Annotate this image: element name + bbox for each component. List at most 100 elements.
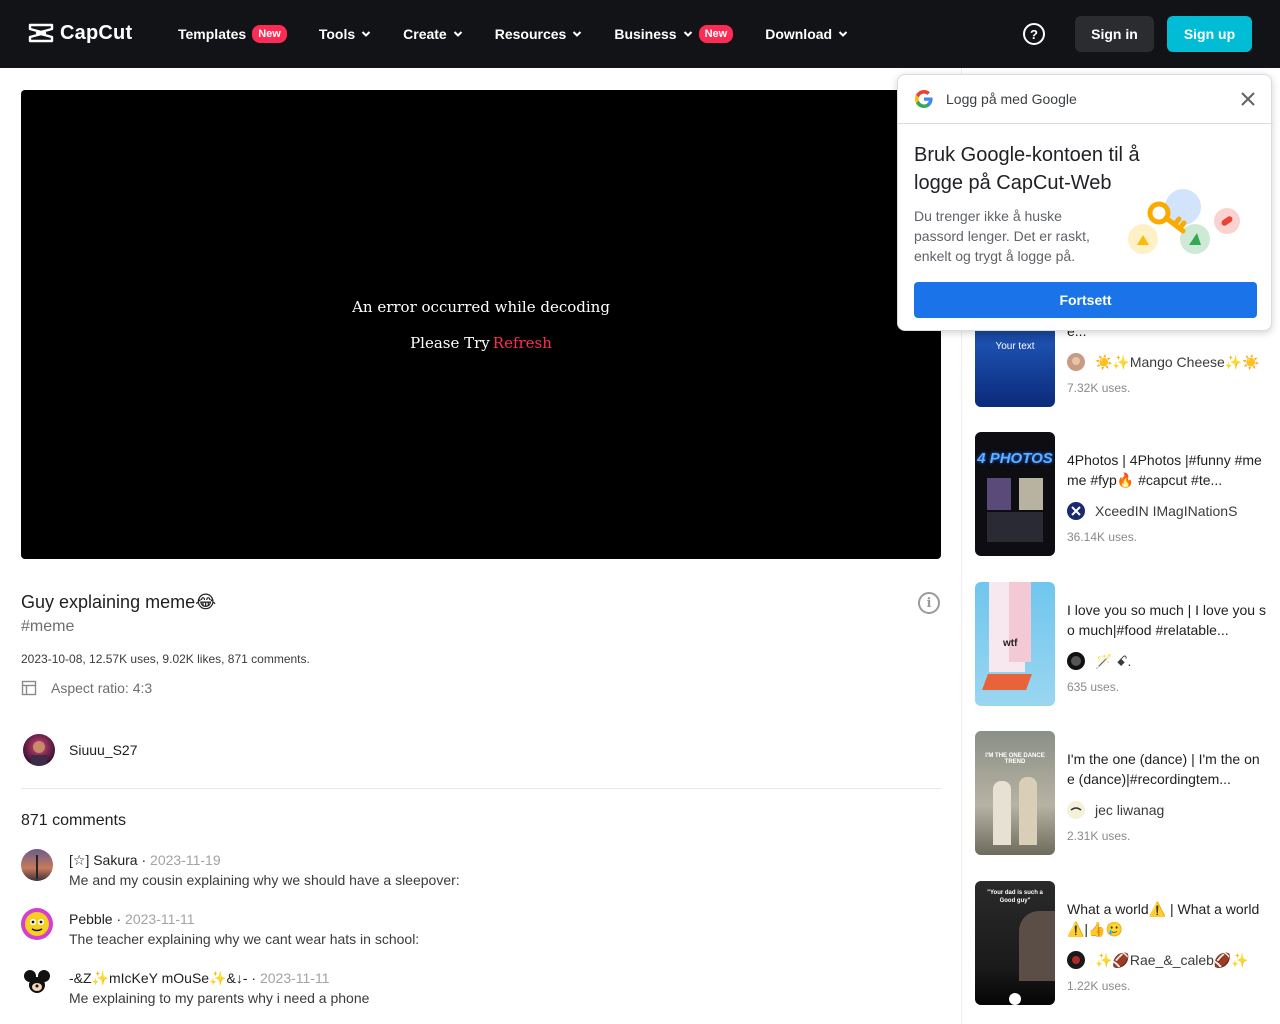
template-thumbnail[interactable]: I'M THE ONE DANCE TREND (975, 731, 1055, 855)
comment-text: The teacher explaining why we cant wear … (69, 931, 420, 947)
comment-header: -&Z✨mIcKeY mOuSe✨&↓- · 2023-11-11 (69, 970, 330, 986)
template-thumbnail[interactable]: 4 PHOTOS (975, 432, 1055, 556)
sign-up-button[interactable]: Sign up (1167, 16, 1252, 52)
comment-user[interactable]: Pebble (69, 911, 113, 927)
chevron-down-icon (683, 31, 692, 37)
layout-icon (21, 680, 37, 696)
chevron-down-icon (361, 31, 371, 37)
chevron-down-icon (838, 31, 848, 37)
top-navbar: CapCut Templates New Tools Create Resour… (0, 0, 1280, 68)
avatar (1067, 951, 1085, 969)
nav-item-download[interactable]: Download (765, 26, 848, 42)
video-player[interactable]: An error occurred while decoding Please … (21, 90, 941, 559)
avatar[interactable] (21, 967, 53, 999)
nav-item-tools[interactable]: Tools (319, 26, 371, 42)
sign-in-button[interactable]: Sign in (1075, 16, 1154, 52)
google-popup-header: Logg på med Google (898, 75, 1273, 124)
logo-text: CapCut (60, 21, 133, 44)
template-card-uses: 7.32K uses. (1067, 381, 1131, 395)
template-card-author[interactable]: 🪄 ꗃ. (1067, 652, 1131, 670)
template-card-uses: 2.31K uses. (1067, 829, 1131, 843)
avatar[interactable] (21, 849, 53, 881)
author-name: ☀️✨Mango Cheese✨☀️ (1095, 353, 1260, 370)
template-hashtag[interactable]: #meme (21, 618, 74, 636)
thumbnail-text: I'M THE ONE DANCE TREND (985, 753, 1045, 765)
nav-item-label: Resources (494, 26, 567, 42)
nav-item-label: Create (403, 26, 447, 42)
template-card-title[interactable]: 4Photos | 4Photos |#funny #meme #fyp🔥 #c… (1067, 450, 1267, 490)
thumbnail-text: "Your dad is such a Good guy" (987, 890, 1043, 904)
info-icon[interactable]: i (918, 592, 940, 614)
author-name: XceedIN IMagINationS (1095, 503, 1238, 519)
author-name: 🪄 ꗃ. (1095, 652, 1132, 669)
template-stats: 2023-10-08, 12.57K uses, 9.02K likes, 87… (21, 652, 310, 666)
template-card-author[interactable]: ☀️✨Mango Cheese✨☀️ (1067, 353, 1260, 371)
question-circle-icon[interactable]: ? (1023, 23, 1045, 45)
nav-item-resources[interactable]: Resources (495, 26, 583, 42)
google-popup-header-text: Logg på med Google (946, 91, 1077, 107)
template-title: Guy explaining meme😂 (21, 592, 217, 612)
capcut-logo-icon (28, 23, 54, 43)
template-card-uses: 1.22K uses. (1067, 979, 1131, 993)
chevron-down-icon (573, 31, 582, 37)
divider (21, 788, 941, 789)
close-icon[interactable] (1238, 89, 1258, 109)
new-badge: New (698, 25, 734, 43)
template-card-uses: 36.14K uses. (1067, 530, 1138, 544)
key-illustration-icon (1128, 189, 1240, 254)
thumbnail-text: 4 PHOTOS (977, 450, 1053, 467)
template-card-author[interactable]: XceedIN IMagINationS (1067, 502, 1237, 520)
avatar (1067, 502, 1085, 520)
thumbnail-text: Your text (995, 341, 1035, 352)
retry-prefix: Please Try (410, 334, 490, 352)
comment-date: 2023-11-11 (125, 911, 195, 927)
thumbnail-text: wtf (1003, 638, 1018, 649)
nav-item-label: Tools (318, 26, 356, 42)
avatar[interactable] (23, 734, 55, 766)
template-card-uses: 635 uses. (1067, 680, 1120, 694)
nav-item-business[interactable]: Business New (614, 25, 734, 43)
author-name: jec liwanag (1095, 802, 1165, 818)
nav-item-label: Templates (178, 26, 247, 42)
new-badge: New (252, 25, 287, 43)
template-card-author[interactable]: ✨🏈Rae_&_caleb🏈✨ (1067, 951, 1249, 969)
template-author[interactable]: Siuuu_S27 (23, 734, 138, 766)
aspect-ratio: Aspect ratio: 4:3 (21, 680, 152, 696)
template-thumbnail[interactable]: "Your dad is such a Good guy" (975, 881, 1055, 1005)
comment-text: Me explaining to my parents why i need a… (69, 990, 370, 1006)
template-card-title[interactable]: What a world⚠️ | What a world⚠️|👍🥲 (1067, 899, 1267, 939)
template-card-title[interactable]: I'm the one (dance) | I'm the one (dance… (1067, 749, 1267, 789)
comment-user[interactable]: -&Z✨mIcKeY mOuSe✨&↓- (69, 970, 248, 986)
comments-count: 871 comments (21, 812, 126, 829)
avatar (1067, 353, 1085, 371)
nav-item-label: Business (614, 26, 677, 42)
template-thumbnail[interactable]: wtf (975, 582, 1055, 706)
comment-date: 2023-11-19 (150, 852, 221, 868)
comment-header: Pebble · 2023-11-11 (69, 911, 195, 927)
google-popup-description: Du trenger ikke å huske passord lenger. … (914, 208, 1090, 264)
nav-item-create[interactable]: Create (403, 26, 463, 42)
google-continue-button[interactable]: Fortsett (914, 282, 1257, 318)
avatar (1067, 652, 1085, 670)
nav-menu: Templates New Tools Create Resources Bus… (178, 0, 880, 68)
template-card-title[interactable]: I love you so much | I love you so much|… (1067, 600, 1267, 640)
player-retry-line: Please Try Refresh (21, 334, 941, 352)
comment-text: Me and my cousin explaining why we shoul… (69, 872, 460, 888)
author-name[interactable]: Siuuu_S27 (69, 742, 138, 758)
author-name: ✨🏈Rae_&_caleb🏈✨ (1095, 951, 1249, 968)
nav-item-label: Download (765, 26, 833, 42)
avatar (1067, 801, 1085, 819)
capcut-logo[interactable]: CapCut (28, 20, 132, 46)
comment-user[interactable]: [☆] Sakura (69, 852, 138, 868)
comment-date: 2023-11-11 (259, 970, 330, 986)
nav-item-templates[interactable]: Templates New (178, 25, 287, 43)
avatar[interactable] (21, 908, 53, 940)
aspect-ratio-label: Aspect ratio: 4:3 (51, 680, 153, 696)
comment-header: [☆] Sakura · 2023-11-19 (69, 852, 221, 868)
player-error-message: An error occurred while decoding (352, 298, 610, 316)
google-signin-popup: Logg på med Google Bruk Google-kontoen t… (897, 74, 1273, 331)
refresh-link[interactable]: Refresh (493, 334, 552, 352)
chevron-down-icon (453, 31, 462, 37)
template-card-author[interactable]: jec liwanag (1067, 801, 1164, 819)
google-logo-icon (915, 90, 933, 108)
